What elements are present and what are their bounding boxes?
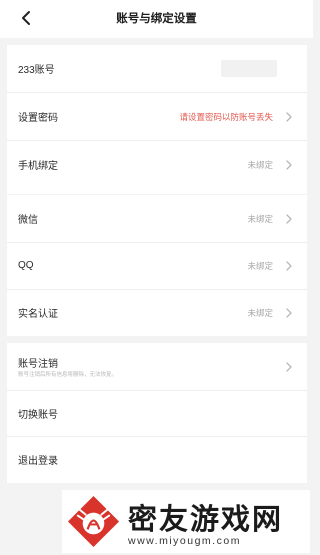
row-label: 账号注销: [18, 359, 58, 370]
row-label: 实名认证: [18, 309, 58, 320]
row-label: 微信: [18, 215, 38, 226]
status-text: 未绑定: [247, 159, 273, 170]
row-label: 设置密码: [18, 113, 58, 124]
third-party-group: 微信 未绑定 QQ 未绑定 实名认证 未绑定: [7, 195, 307, 336]
password-warning-text: 请设置密码以防账号丢失: [179, 111, 273, 122]
row-switch-account[interactable]: 切换账号: [7, 390, 307, 437]
chevron-right-icon: [286, 361, 292, 372]
row-label: QQ: [18, 260, 34, 271]
site-watermark: 密友游戏网 www.miyougm.com: [62, 490, 310, 553]
row-label: 手机绑定: [18, 161, 58, 172]
watermark-url: www.miyougm.com: [128, 535, 241, 547]
row-label: 切换账号: [18, 410, 58, 421]
site-logo-icon: [67, 495, 120, 548]
row-real-name[interactable]: 实名认证 未绑定: [7, 289, 307, 336]
row-subtext: 账号注销后所有信息将删除，无法恢复。: [18, 372, 118, 378]
account-actions-group: 账号注销 账号注销后所有信息将删除，无法恢复。 切换账号 退出登录: [7, 343, 307, 483]
chevron-right-icon: [286, 213, 292, 224]
status-text: 未绑定: [247, 213, 273, 224]
row-label: 退出登录: [18, 456, 58, 467]
chevron-right-icon: [286, 159, 292, 170]
chevron-right-icon: [286, 111, 292, 122]
row-wechat[interactable]: 微信 未绑定: [7, 195, 307, 242]
account-id-masked: [221, 60, 277, 77]
row-logout[interactable]: 退出登录: [7, 436, 307, 483]
watermark-text: 密友游戏网: [128, 502, 284, 536]
account-group: 233账号 设置密码 请设置密码以防账号丢失 手机绑定 未绑定: [7, 45, 307, 194]
status-text: 未绑定: [247, 260, 273, 271]
row-233-account: 233账号: [7, 45, 307, 92]
row-set-password[interactable]: 设置密码 请设置密码以防账号丢失: [7, 93, 307, 140]
page-title: 账号与绑定设置: [116, 13, 197, 25]
top-bar: 账号与绑定设置: [0, 0, 313, 38]
row-cancel-account[interactable]: 账号注销 账号注销后所有信息将删除，无法恢复。: [7, 343, 307, 390]
chevron-right-icon: [286, 260, 292, 271]
row-label: 233账号: [18, 65, 55, 76]
row-qq[interactable]: QQ 未绑定: [7, 242, 307, 289]
chevron-right-icon: [286, 307, 292, 318]
status-text: 未绑定: [247, 307, 273, 318]
row-phone-binding[interactable]: 手机绑定 未绑定: [7, 141, 307, 188]
